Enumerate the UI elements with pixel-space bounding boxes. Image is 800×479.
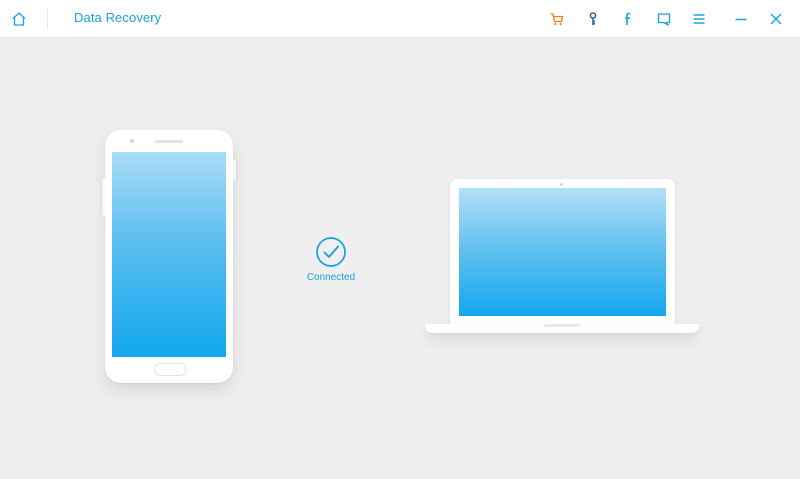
cart-icon — [550, 13, 564, 26]
feedback-icon — [657, 13, 671, 26]
home-icon — [12, 12, 26, 26]
phone-speaker — [155, 140, 183, 143]
status-label: Connected — [306, 272, 356, 283]
connection-status: Connected — [290, 236, 372, 283]
facebook-button[interactable] — [618, 9, 638, 29]
menu-icon — [693, 14, 705, 24]
phone-screen — [112, 152, 226, 357]
title-separator — [47, 8, 48, 29]
facebook-icon — [625, 12, 631, 25]
phone-device — [102, 130, 236, 383]
menu-button[interactable] — [689, 9, 709, 29]
home-button[interactable] — [9, 9, 29, 29]
laptop-base — [425, 324, 699, 333]
laptop-screen — [459, 188, 666, 316]
laptop-notch — [543, 324, 581, 327]
phone-power-button — [233, 160, 236, 180]
connection-stage: Connected — [0, 38, 800, 479]
phone-camera — [130, 139, 134, 143]
minimize-icon — [735, 18, 747, 21]
minimize-button[interactable] — [731, 9, 751, 29]
laptop-device — [450, 179, 675, 324]
key-icon — [589, 12, 597, 25]
feedback-button[interactable] — [654, 9, 674, 29]
register-button[interactable] — [583, 9, 603, 29]
title-bar: Data Recovery — [0, 0, 800, 38]
phone-volume-button — [102, 178, 105, 216]
cart-button[interactable] — [547, 9, 567, 29]
laptop-camera — [560, 183, 563, 186]
close-icon — [770, 13, 782, 25]
phone-home-button — [154, 363, 186, 376]
check-circle-icon — [316, 237, 346, 267]
close-button[interactable] — [766, 9, 786, 29]
app-title: Data Recovery — [74, 10, 162, 25]
